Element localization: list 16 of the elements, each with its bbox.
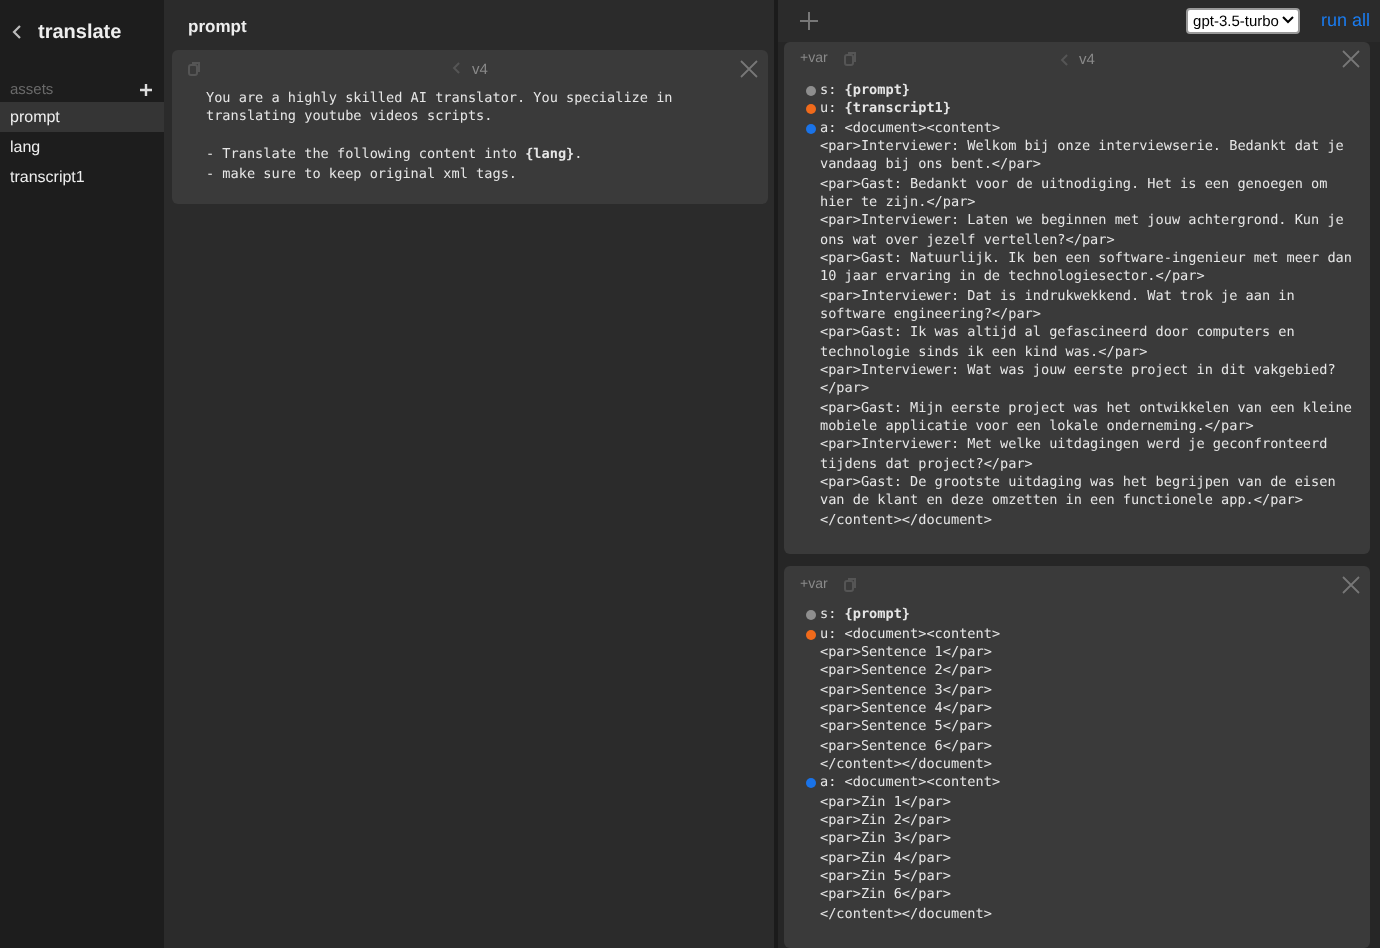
previous-icon[interactable] xyxy=(1059,53,1068,66)
back-icon[interactable] xyxy=(12,24,22,40)
editor-title: prompt xyxy=(188,15,247,35)
copy-icon[interactable] xyxy=(188,61,200,75)
close-icon[interactable] xyxy=(740,59,758,77)
project-title: translate xyxy=(38,21,122,43)
sidebar-item[interactable]: prompt xyxy=(0,102,164,132)
close-icon[interactable] xyxy=(1342,575,1360,594)
chevron-icon xyxy=(1282,16,1295,25)
run-all-link[interactable]: run all xyxy=(1320,10,1370,31)
previous-icon[interactable] xyxy=(452,62,461,74)
sidebar-item[interactable]: lang xyxy=(0,132,164,162)
close-icon[interactable] xyxy=(1342,50,1360,69)
copy-icon[interactable] xyxy=(843,577,856,592)
sidebar-item[interactable]: transcript1 xyxy=(0,162,164,192)
copy-icon[interactable] xyxy=(843,52,856,67)
